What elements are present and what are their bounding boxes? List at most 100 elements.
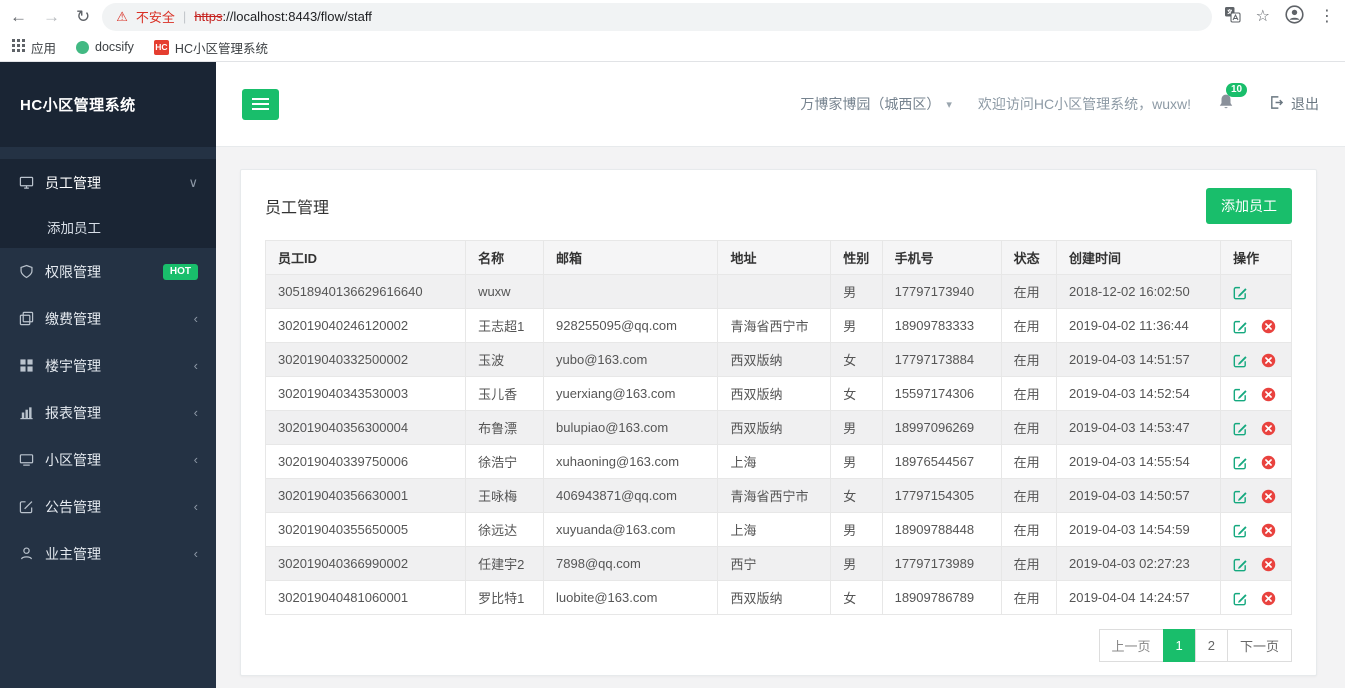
cell-phone: 17797173989: [881, 546, 1002, 581]
delete-icon[interactable]: [1261, 319, 1276, 334]
delete-icon[interactable]: [1261, 421, 1276, 436]
cell-staff-id: 302019040339750006: [264, 444, 467, 479]
cell-status: 在用: [1000, 444, 1058, 479]
delete-icon[interactable]: [1261, 387, 1276, 402]
edit-icon[interactable]: [1233, 557, 1248, 572]
edit-icon[interactable]: [1233, 455, 1248, 470]
table-row: 302019040355650005 徐远达 xuyuanda@163.com …: [264, 512, 1292, 547]
sidebar-item-staff-management[interactable]: 员工管理 ∨: [0, 159, 216, 206]
table-row: 302019040356630001 王咏梅 406943871@qq.com …: [264, 478, 1292, 513]
table-row: 302019040343530003 玉儿香 yuerxiang@163.com…: [264, 376, 1292, 411]
pagination-prev-button[interactable]: 上一页: [1098, 629, 1164, 662]
cell-phone: 18997096269: [881, 410, 1002, 445]
sidebar-toggle-button[interactable]: [242, 88, 279, 120]
delete-icon[interactable]: [1261, 353, 1276, 368]
bookmarks-bar: 应用 docsify HC HC小区管理系统: [0, 33, 1345, 62]
cell-email: 928255095@qq.com: [543, 308, 719, 343]
edit-icon[interactable]: [1233, 285, 1248, 300]
cell-status: 在用: [1000, 478, 1058, 513]
submenu-item-label: 添加员工: [47, 221, 101, 236]
edit-icon[interactable]: [1233, 421, 1248, 436]
reload-icon[interactable]: ↻: [76, 8, 90, 25]
logout-icon: [1269, 95, 1284, 113]
cell-staff-id: 302019040366990002: [264, 546, 467, 581]
url-rest: ://localhost:8443/flow/staff: [222, 9, 372, 24]
cell-staff-id: 302019040246120002: [264, 308, 467, 343]
cell-created: 2019-04-03 14:51:57: [1055, 342, 1222, 377]
sidebar-item-owner-management[interactable]: 业主管理 ‹: [0, 530, 216, 577]
address-bar[interactable]: ⚠ 不安全 | https://localhost:8443/flow/staf…: [102, 2, 1212, 31]
sidebar-item-building-management[interactable]: 楼宇管理 ‹: [0, 342, 216, 389]
browser-menu-icon[interactable]: ⋮: [1319, 8, 1335, 25]
app-frame: HC小区管理系统 员工管理 ∨ 添加员工 权限管理 HOT 缴费管理 ‹ 楼宇管…: [0, 62, 1345, 688]
col-header-status: 状态: [1000, 240, 1058, 275]
delete-icon[interactable]: [1261, 557, 1276, 572]
edit-icon[interactable]: [1233, 319, 1248, 334]
edit-icon[interactable]: [1233, 387, 1248, 402]
edit-icon[interactable]: [1233, 523, 1248, 538]
cell-status: 在用: [1000, 376, 1058, 411]
bar-chart-icon: [18, 405, 34, 420]
avatar-icon[interactable]: [1285, 5, 1304, 28]
cell-phone: 17797173940: [881, 274, 1002, 309]
table-row: 302019040332500002 玉波 yubo@163.com 西双版纳 …: [264, 342, 1292, 377]
delete-icon[interactable]: [1261, 489, 1276, 504]
sidebar-item-notice-management[interactable]: 公告管理 ‹: [0, 483, 216, 530]
cell-status: 在用: [1000, 342, 1058, 377]
table-row: 302019040246120002 王志超1 928255095@qq.com…: [264, 308, 1292, 343]
delete-icon[interactable]: [1261, 591, 1276, 606]
welcome-text: 欢迎访问HC小区管理系统，wuxw!: [977, 96, 1191, 112]
sidebar-item-report-management[interactable]: 报表管理 ‹: [0, 389, 216, 436]
cell-address: 西双版纳: [717, 376, 832, 411]
community-selector[interactable]: 万博家博园（城西区） ▾: [800, 94, 952, 114]
cell-phone: 15597174306: [881, 376, 1002, 411]
cell-name: 任建宇2: [465, 546, 545, 581]
delete-icon[interactable]: [1261, 523, 1276, 538]
table-row: 30518940136629616640 wuxw 男 17797173940 …: [264, 274, 1292, 309]
pagination-page-1-button[interactable]: 1: [1162, 629, 1196, 662]
pagination-page-2-button[interactable]: 2: [1194, 629, 1228, 662]
bookmark-star-icon[interactable]: ☆: [1256, 8, 1270, 25]
sidebar-item-payment-management[interactable]: 缴费管理 ‹: [0, 295, 216, 342]
col-header-gender: 性别: [830, 240, 883, 275]
delete-icon[interactable]: [1261, 455, 1276, 470]
sidebar-item-label: 业主管理: [45, 545, 101, 562]
cell-created: 2019-04-02 11:36:44: [1055, 308, 1222, 343]
cell-address: [717, 274, 832, 309]
url-divider: |: [182, 9, 187, 24]
sidebar-item-community-management[interactable]: 小区管理 ‹: [0, 436, 216, 483]
cell-created: 2019-04-03 14:53:47: [1055, 410, 1222, 445]
col-header-id: 员工ID: [264, 240, 467, 275]
cell-staff-id: 302019040356300004: [264, 410, 467, 445]
cell-actions: [1220, 410, 1292, 445]
translate-icon[interactable]: [1224, 6, 1241, 27]
add-staff-button[interactable]: 添加员工: [1206, 188, 1292, 224]
cell-created: 2019-04-03 14:54:59: [1055, 512, 1222, 547]
cell-address: 青海省西宁市: [717, 308, 832, 343]
caret-down-icon: ▾: [946, 98, 952, 111]
forward-icon[interactable]: →: [43, 8, 60, 25]
edit-icon[interactable]: [1233, 591, 1248, 606]
edit-icon[interactable]: [1233, 489, 1248, 504]
back-icon[interactable]: ←: [10, 8, 27, 25]
sidebar-item-permission-management[interactable]: 权限管理 HOT: [0, 248, 216, 295]
chevron-left-icon: ‹: [193, 546, 198, 561]
cell-name: 布鲁漂: [465, 410, 545, 445]
docsify-icon: [76, 40, 90, 54]
cell-gender: 女: [830, 342, 883, 377]
sidebar-item-add-staff[interactable]: 添加员工: [0, 206, 216, 248]
content-area: 员工管理 添加员工 员工ID 名称 邮箱 地址 性别 手机号 状态 创建时间 操…: [216, 147, 1345, 688]
edit-icon[interactable]: [1233, 353, 1248, 368]
apps-button[interactable]: 应用: [12, 38, 56, 57]
notifications-button[interactable]: 10: [1217, 82, 1248, 116]
cell-gender: 男: [830, 410, 883, 445]
cell-phone: 18976544567: [881, 444, 1002, 479]
bookmark-docsify[interactable]: docsify: [76, 40, 134, 54]
pagination-next-button[interactable]: 下一页: [1226, 629, 1292, 662]
apps-label: 应用: [31, 41, 57, 56]
bookmark-hc-system[interactable]: HC HC小区管理系统: [153, 38, 268, 57]
cell-email: yuerxiang@163.com: [543, 376, 719, 411]
cell-actions: [1220, 308, 1292, 343]
main-area: 万博家博园（城西区） ▾ 欢迎访问HC小区管理系统，wuxw! 10 退出 员工…: [216, 62, 1345, 688]
logout-button[interactable]: 退出: [1269, 94, 1319, 114]
